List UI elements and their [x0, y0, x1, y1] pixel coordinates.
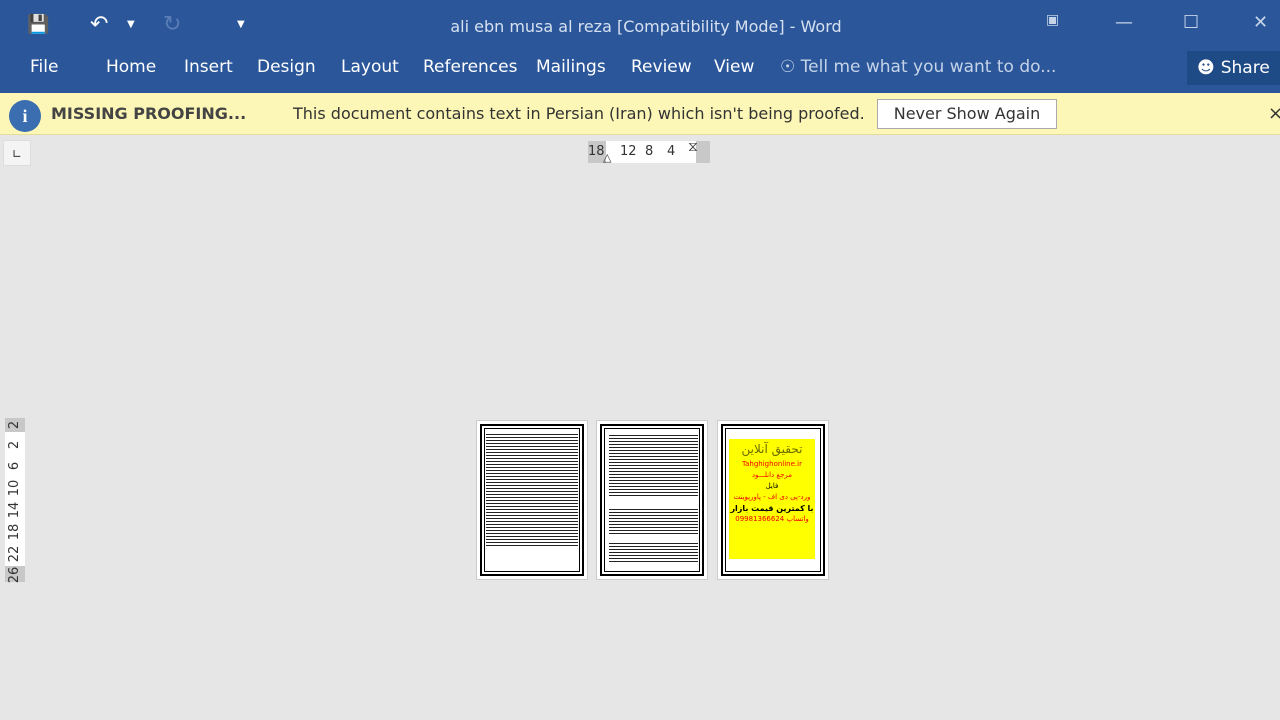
ad-line: واتساپ — [786, 515, 809, 523]
close-message-icon[interactable]: × — [1268, 103, 1280, 124]
tab-selector[interactable]: ∟ — [3, 140, 31, 166]
never-show-again-button[interactable]: Never Show Again — [877, 99, 1057, 129]
tab-mailings[interactable]: Mailings — [536, 57, 606, 77]
horizontal-ruler[interactable]: 18 12 8 4 △ ⧖ — [588, 139, 710, 164]
page-thumbnail-1[interactable] — [476, 420, 588, 580]
right-indent-marker[interactable]: ⧖ — [688, 139, 698, 155]
ad-line: فایل — [765, 482, 779, 490]
page-thumbnail-2[interactable] — [596, 420, 708, 580]
tab-file[interactable]: File — [30, 57, 58, 77]
message-title: MISSING PROOFING... — [51, 104, 247, 123]
ad-title: تحقیق آنلاین — [741, 442, 803, 456]
minimize-button[interactable]: — — [1115, 12, 1133, 33]
message-text: This document contains text in Persian (… — [293, 104, 865, 123]
info-icon: i — [9, 100, 41, 132]
page-text — [609, 509, 698, 535]
tab-view[interactable]: View — [714, 57, 754, 77]
tab-home[interactable]: Home — [106, 57, 156, 77]
ad-line: مرجع دانلـــود — [751, 471, 793, 479]
tab-design[interactable]: Design — [257, 57, 316, 77]
window-title: ali ebn musa al reza [Compatibility Mode… — [450, 17, 842, 36]
ruler-label: 8 — [645, 144, 654, 159]
page-thumbnail-3[interactable]: تحقیق آنلاین Tahghighonline.ir مرجع دانل… — [717, 420, 829, 580]
tab-layout[interactable]: Layout — [341, 57, 399, 77]
ruler-label: 12 — [620, 144, 637, 159]
person-add-icon: ☻ — [1197, 58, 1215, 78]
ad-site: Tahghighonline.ir — [742, 460, 802, 468]
ruler-label: 6 — [7, 461, 22, 471]
ad-line: ورد-پی دی اف - پاورپوینت — [733, 493, 811, 501]
maximize-button[interactable]: ☐ — [1183, 12, 1199, 33]
ruler-label: 10 — [7, 479, 22, 497]
ad-line: با کمترین قیمت بازار — [730, 504, 814, 513]
tell-me-text: Tell me what you want to do... — [800, 57, 1057, 77]
ruler-label: 18 — [7, 523, 22, 541]
tab-references[interactable]: References — [423, 57, 517, 77]
close-button[interactable]: ✕ — [1253, 12, 1268, 33]
ribbon-display-icon[interactable]: ▣ — [1046, 12, 1059, 28]
share-button[interactable]: ☻ Share — [1187, 51, 1280, 85]
ruler-label: 2 — [7, 420, 22, 430]
message-bar: i MISSING PROOFING... This document cont… — [0, 93, 1280, 135]
page-text — [609, 543, 698, 563]
share-label: Share — [1220, 58, 1270, 78]
page-text — [609, 435, 698, 497]
ruler-label: 14 — [7, 501, 22, 519]
ruler-label: 22 — [7, 545, 22, 563]
advertisement-image: تحقیق آنلاین Tahghighonline.ir مرجع دانل… — [729, 439, 815, 559]
vertical-ruler[interactable]: 2 2 6 10 14 18 22 26 — [5, 418, 25, 584]
title-bar: 💾 ↶ ▼ ↻ ▼ ali ebn musa al reza [Compatib… — [0, 0, 1280, 93]
indent-marker[interactable]: △ — [603, 151, 611, 164]
tab-insert[interactable]: Insert — [184, 57, 233, 77]
tell-me-search[interactable]: ☉ Tell me what you want to do... — [780, 57, 1056, 77]
ad-phone: 09981366624 — [735, 515, 785, 523]
ruler-label: 2 — [7, 440, 22, 450]
lightbulb-icon: ☉ — [780, 57, 796, 77]
ruler-label: 4 — [667, 144, 676, 159]
tab-review[interactable]: Review — [631, 57, 692, 77]
page-text — [486, 434, 578, 546]
ruler-label: 26 — [7, 566, 22, 584]
